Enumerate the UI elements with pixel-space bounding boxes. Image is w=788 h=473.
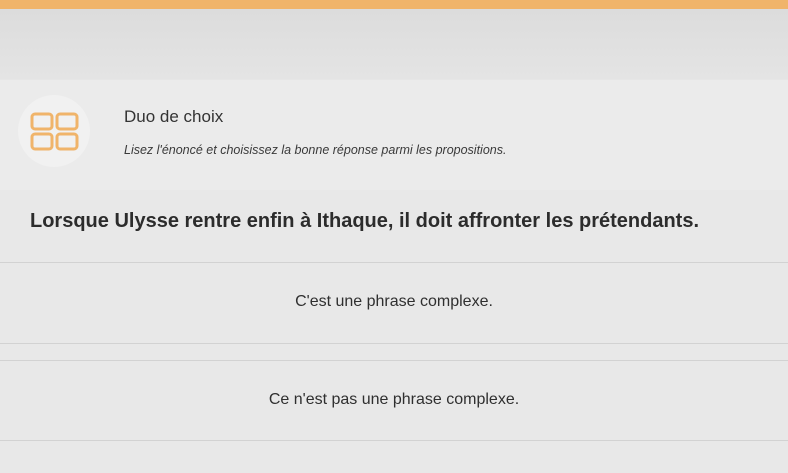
answer-option-1[interactable]: C'est une phrase complexe.	[0, 268, 788, 336]
grid-icon	[30, 112, 79, 151]
top-band	[0, 9, 788, 79]
divider	[0, 360, 788, 361]
divider	[0, 262, 788, 263]
top-accent-bar	[0, 0, 788, 9]
activity-instructions: Lisez l'énoncé et choisissez la bonne ré…	[124, 143, 507, 157]
divider	[0, 343, 788, 344]
divider	[0, 440, 788, 441]
answer-option-label: C'est une phrase complexe.	[295, 293, 493, 310]
activity-title: Duo de choix	[124, 107, 224, 126]
activity-header	[0, 80, 788, 190]
question-text: Lorsque Ulysse rentre enfin à Ithaque, i…	[30, 210, 700, 232]
answer-option-2[interactable]: Ce n'est pas une phrase complexe.	[0, 366, 788, 434]
answer-option-label: Ce n'est pas une phrase complexe.	[268, 391, 520, 408]
